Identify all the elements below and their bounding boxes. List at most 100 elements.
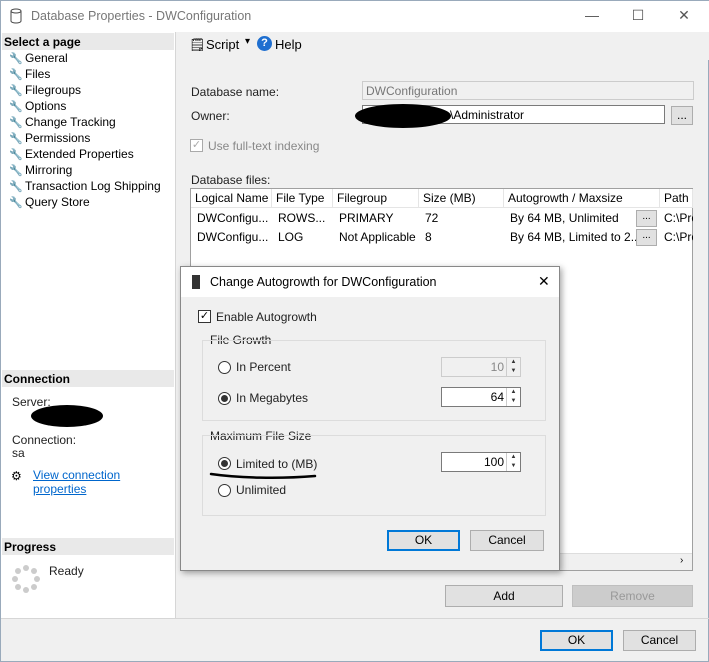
limited-to-stepper[interactable]: 100 ▲ ▼ [441,452,521,472]
add-button[interactable]: Add [445,585,563,607]
maximize-button[interactable]: ☐ [628,7,648,24]
connection-label: Connection: [12,433,77,447]
sidebar-item-label: Change Tracking [25,115,116,129]
spin-arrows-icon[interactable]: ▲ ▼ [506,388,520,406]
in-megabytes-radio[interactable] [218,392,231,405]
cancel-button[interactable]: Cancel [623,630,696,651]
chevron-down-icon[interactable]: ▾ [245,36,250,47]
wrench-icon: 🔧 [9,101,23,113]
column-header-autogrowth[interactable]: Autogrowth / Maxsize [504,189,660,208]
column-header-size[interactable]: Size (MB) [419,189,504,208]
redaction-mark [31,405,103,427]
divider [1,618,709,619]
spin-arrows-icon[interactable]: ▲ ▼ [506,453,520,471]
sidebar-item-label: Transaction Log Shipping [25,179,161,193]
in-megabytes-label: In Megabytes [236,391,309,405]
enable-autogrowth-checkbox[interactable]: ✓ [198,310,211,323]
sidebar-item-label: Files [25,67,51,81]
progress-spinner-icon [11,564,41,594]
dialog-titlebar: Change Autogrowth for DWConfiguration ✕ [181,267,559,297]
change-autogrowth-dialog: Change Autogrowth for DWConfiguration ✕ … [180,266,560,571]
sidebar-item-transaction-log-shipping[interactable]: 🔧 Transaction Log Shipping [9,179,161,195]
fulltext-label: Use full-text indexing [208,139,320,153]
sidebar-item-extended-properties[interactable]: 🔧 Extended Properties [9,147,134,163]
column-header-file-type[interactable]: File Type [272,189,333,208]
dialog-close-button[interactable]: ✕ [538,273,550,290]
table-cell[interactable]: LOG [274,228,333,247]
progress-status: Ready [49,564,84,578]
window-titlebar: Database Properties - DWConfiguration — … [1,1,709,32]
database-name-field: DWConfiguration [362,81,694,100]
table-cell[interactable]: PRIMARY [335,209,419,228]
in-megabytes-stepper[interactable]: 64 ▲ ▼ [441,387,521,407]
wrench-icon: 🔧 [9,149,23,161]
unlimited-radio[interactable] [218,484,231,497]
help-icon: ? [257,36,272,51]
sidebar-item-label: Mirroring [25,163,73,177]
table-cell[interactable]: By 64 MB, Unlimited [506,209,636,228]
sidebar-item-label: Permissions [25,131,91,145]
wrench-icon: 🔧 [9,53,23,65]
column-header-logical-name[interactable]: Logical Name [191,189,272,208]
owner-label: Owner: [191,109,230,123]
wrench-icon: 🔧 [9,85,23,97]
connection-header: Connection [2,370,174,387]
fulltext-checkbox: ✓ [190,139,203,152]
sidebar-item-query-store[interactable]: 🔧 Query Store [9,195,90,211]
sidebar-item-label: Extended Properties [25,147,134,161]
table-cell[interactable]: 72 [421,209,504,228]
sidebar-item-permissions[interactable]: 🔧 Permissions [9,131,90,147]
autogrowth-edit-button[interactable]: ... [636,210,657,227]
sidebar-item-mirroring[interactable]: 🔧 Mirroring [9,163,72,179]
ok-button[interactable]: OK [540,630,613,651]
table-cell[interactable]: ROWS... [274,209,333,228]
view-connection-properties-link[interactable]: View connection properties [33,468,175,496]
sidebar-item-files[interactable]: 🔧 Files [9,67,50,83]
sidebar-item-general[interactable]: 🔧 General [9,51,68,67]
file-growth-group [202,340,546,421]
dialog-cancel-button[interactable]: Cancel [470,530,544,551]
autogrowth-edit-button[interactable]: ... [636,229,657,246]
database-name-label: Database name: [191,85,280,99]
table-cell[interactable]: C:\Pro [662,209,693,228]
limited-to-value: 100 [483,455,504,469]
script-button[interactable]: Script [206,37,239,52]
help-button[interactable]: Help [275,37,302,52]
dialog-app-icon [192,275,200,289]
in-percent-radio[interactable] [218,361,231,374]
sidebar-item-label: Options [25,99,67,113]
enable-autogrowth-label: Enable Autogrowth [216,310,317,324]
sidebar-item-change-tracking[interactable]: 🔧 Change Tracking [9,115,116,131]
toolbar: 🗒 Script ▾ ? Help [177,32,709,60]
in-percent-label: In Percent [236,360,291,374]
wrench-icon: 🔧 [9,181,23,193]
wrench-icon: 🔧 [9,69,23,81]
table-cell[interactable]: Not Applicable [335,228,419,247]
table-cell[interactable]: By 64 MB, Limited to 2... [506,228,636,247]
wrench-icon: 🔧 [9,117,23,129]
column-header-path[interactable]: Path [660,189,693,208]
connection-properties-icon: ⚙ [11,469,22,483]
dialog-ok-button[interactable]: OK [387,530,460,551]
sidebar-item-label: Query Store [25,195,90,209]
table-cell[interactable]: DWConfigu... [193,209,272,228]
table-cell[interactable]: C:\Pro [662,228,693,247]
scroll-right-icon[interactable]: › [680,555,683,566]
sidebar-item-label: General [25,51,68,65]
database-files-label: Database files: [191,173,271,187]
unlimited-label: Unlimited [236,483,287,497]
wrench-icon: 🔧 [9,197,23,209]
sidebar-item-options[interactable]: 🔧 Options [9,99,66,115]
left-pane: Select a page 🔧 General 🔧 Files 🔧 Filegroup… [1,32,176,618]
connection-value: sa [12,446,25,460]
close-button[interactable]: ✕ [674,7,694,24]
minimize-button[interactable]: — [582,7,602,23]
table-cell[interactable]: DWConfigu... [193,228,272,247]
redaction-mark [355,104,451,128]
sidebar-item-filegroups[interactable]: 🔧 Filegroups [9,83,81,99]
column-header-filegroup[interactable]: Filegroup [333,189,419,208]
owner-browse-button[interactable]: ... [671,106,693,125]
remove-button: Remove [572,585,693,607]
table-cell[interactable]: 8 [421,228,504,247]
window-title: Database Properties - DWConfiguration [31,9,252,23]
